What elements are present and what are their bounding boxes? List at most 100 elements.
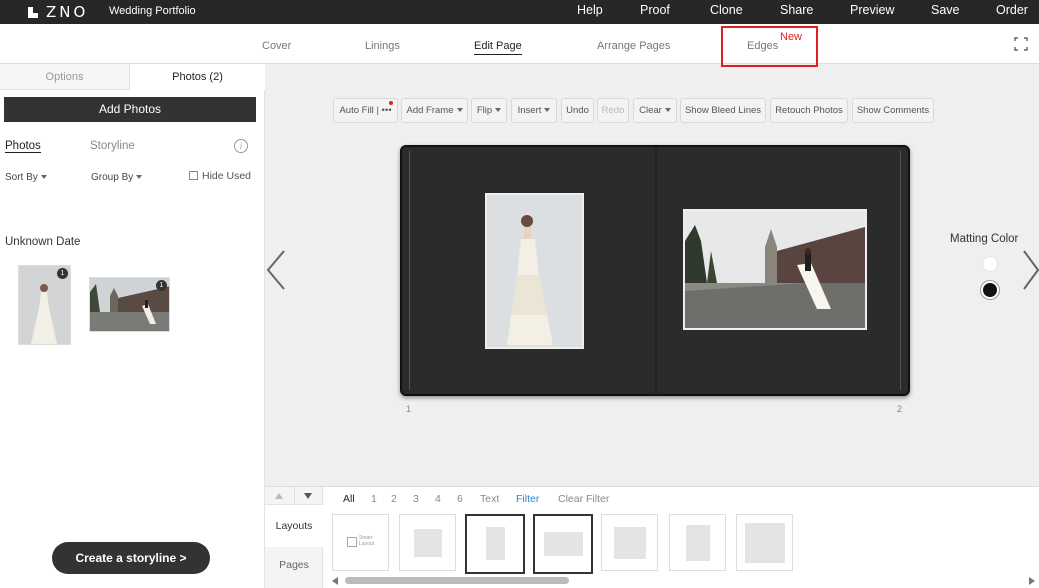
layout-card[interactable]	[736, 514, 793, 571]
show-comments-button[interactable]: Show Comments	[852, 98, 934, 123]
show-bleed-lines-button[interactable]: Show Bleed Lines	[680, 98, 766, 123]
matting-white-swatch[interactable]	[982, 256, 998, 272]
chevron-down-icon	[495, 108, 502, 112]
layout-card[interactable]	[399, 514, 456, 571]
layout-shape	[544, 532, 583, 556]
fullscreen-icon[interactable]	[1014, 37, 1028, 51]
photo-thumbnail[interactable]: 1	[18, 265, 71, 345]
filter-2[interactable]: 2	[391, 493, 397, 505]
chevron-down-icon	[664, 108, 671, 112]
filter-3[interactable]: 3	[413, 493, 419, 505]
photos-subtab[interactable]: Photos	[5, 140, 41, 153]
editor-tab-bar: Cover Linings Edit Page Arrange Pages Ed…	[0, 24, 1039, 67]
flip-label: Flip	[476, 105, 493, 116]
auto-fill-button[interactable]: Auto Fill | •••	[333, 98, 398, 123]
layout-shape	[686, 525, 710, 561]
photo-frame-right[interactable]	[683, 209, 867, 330]
add-photos-button[interactable]: Add Photos	[4, 97, 256, 122]
photo-group-label: Unknown Date	[5, 236, 81, 248]
auto-fill-label: Auto Fill	[339, 105, 374, 116]
tab-layouts[interactable]: Layouts	[265, 505, 323, 547]
filter-button[interactable]: Filter	[516, 493, 539, 505]
project-title: Wedding Portfolio	[109, 5, 196, 17]
zno-logo[interactable]: ZNO	[28, 3, 88, 21]
group-by-label: Group By	[91, 172, 134, 183]
order-menu[interactable]: Order	[996, 3, 1028, 17]
tab-linings[interactable]: Linings	[365, 40, 400, 52]
sort-by-dropdown[interactable]: Sort By	[5, 172, 47, 183]
notification-dot-icon	[389, 101, 393, 105]
divider	[294, 487, 295, 505]
chevron-down-icon	[544, 108, 551, 112]
tab-edit-page[interactable]: Edit Page	[474, 40, 522, 55]
matting-black-swatch[interactable]	[981, 281, 999, 299]
tab-options[interactable]: Options	[0, 64, 130, 90]
info-icon[interactable]: i	[234, 139, 248, 153]
share-menu[interactable]: Share	[780, 3, 813, 17]
top-bar: ZNO Wedding Portfolio Help Proof Clone S…	[0, 0, 1039, 24]
clear-filter-button[interactable]: Clear Filter	[558, 493, 609, 505]
undo-button[interactable]: Undo	[561, 98, 594, 123]
group-by-dropdown[interactable]: Group By	[91, 172, 143, 183]
new-badge: New	[780, 31, 803, 43]
expand-down-icon[interactable]	[304, 493, 312, 499]
retouch-photos-button[interactable]: Retouch Photos	[770, 98, 848, 123]
clone-menu[interactable]: Clone	[710, 3, 743, 17]
filter-all[interactable]: All	[343, 493, 355, 505]
photo-thumbnail[interactable]: 1	[89, 277, 170, 332]
flip-button[interactable]: Flip	[471, 98, 507, 123]
scrollbar-thumb[interactable]	[345, 577, 569, 584]
smart-layout-label: Smart Layout	[359, 535, 375, 547]
smart-layout-icon	[347, 537, 357, 547]
create-storyline-button[interactable]: Create a storyline >	[52, 542, 210, 574]
layout-panel-sidebar: Layouts Pages	[265, 487, 323, 588]
logo-text: ZNO	[46, 3, 89, 21]
layout-card[interactable]	[465, 514, 525, 574]
sort-by-label: Sort By	[5, 172, 38, 183]
layout-shape	[745, 523, 785, 563]
tab-arrange-pages[interactable]: Arrange Pages	[597, 40, 670, 52]
smart-layout-card[interactable]: Smart Layout	[332, 514, 389, 571]
page-number-left: 1	[406, 404, 412, 414]
photo-frame-left[interactable]	[485, 193, 584, 349]
layout-shape	[414, 529, 442, 557]
bride-portrait-image	[487, 195, 582, 347]
more-options-icon[interactable]: | •••	[376, 105, 391, 116]
layout-card[interactable]	[669, 514, 726, 571]
clear-button[interactable]: Clear	[633, 98, 677, 123]
tab-edges[interactable]: Edges	[747, 40, 778, 52]
previous-page-arrow-icon[interactable]	[266, 250, 286, 290]
help-menu[interactable]: Help	[577, 3, 603, 17]
hide-used-checkbox[interactable]: Hide Used	[189, 170, 251, 182]
hide-used-label: Hide Used	[202, 170, 252, 182]
usage-count-badge: 1	[156, 280, 167, 291]
add-frame-button[interactable]: Add Frame	[401, 98, 468, 123]
filter-4[interactable]: 4	[435, 493, 441, 505]
page-edge-right	[900, 151, 901, 390]
preview-menu[interactable]: Preview	[850, 3, 894, 17]
redo-button[interactable]: Redo	[597, 98, 629, 123]
tab-pages[interactable]: Pages	[265, 559, 323, 571]
album-spread[interactable]	[400, 145, 910, 396]
save-menu[interactable]: Save	[931, 3, 960, 17]
scroll-left-icon[interactable]	[332, 577, 338, 585]
collapse-up-icon[interactable]	[275, 493, 283, 499]
proof-menu[interactable]: Proof	[640, 3, 670, 17]
next-page-arrow-icon[interactable]	[1022, 250, 1039, 290]
matting-color-label: Matting Color	[950, 233, 1019, 245]
scroll-right-icon[interactable]	[1029, 577, 1035, 585]
layout-scrollbar[interactable]	[332, 576, 1035, 585]
filter-text[interactable]: Text	[480, 493, 499, 505]
filter-6[interactable]: 6	[457, 493, 463, 505]
tab-photos[interactable]: Photos (2)	[130, 64, 265, 90]
layout-card[interactable]	[533, 514, 593, 574]
spread-spine	[655, 147, 657, 394]
filter-1[interactable]: 1	[371, 493, 377, 505]
tab-cover[interactable]: Cover	[262, 40, 291, 52]
insert-label: Insert	[517, 105, 542, 116]
layout-card[interactable]	[601, 514, 658, 571]
left-panel: Options Photos (2) Add Photos Photos Sto…	[0, 64, 265, 588]
insert-button[interactable]: Insert	[511, 98, 557, 123]
storyline-subtab[interactable]: Storyline	[90, 140, 135, 152]
logo-mark-icon	[28, 7, 38, 18]
